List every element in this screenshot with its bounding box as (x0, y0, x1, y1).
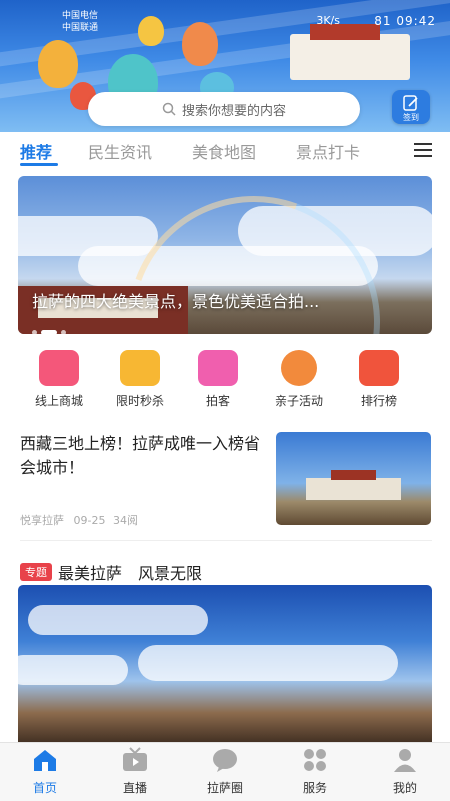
cloud-decoration (138, 645, 398, 681)
quick-item-label: 拍客 (205, 394, 230, 408)
signin-button[interactable]: 签到 (392, 90, 430, 124)
quick-item-photographer[interactable]: 拍客 (178, 346, 258, 409)
tab-livelihood-news[interactable]: 民生资讯 (88, 139, 152, 163)
carrier-label: 中国电信 (62, 11, 99, 21)
home-icon (34, 750, 56, 771)
tab-scenic-checkin[interactable]: 景点打卡 (296, 139, 360, 163)
nav-label: 我的 (392, 781, 417, 795)
camera-icon (198, 350, 238, 386)
special-topic-header[interactable]: 专题 最美拉萨 风景无限 (20, 560, 202, 584)
quick-item-label: 线上商城 (34, 394, 83, 408)
balloon-decoration (38, 40, 78, 88)
nav-label: 拉萨圈 (206, 781, 243, 795)
nav-profile[interactable]: 我的 (370, 747, 440, 796)
nav-live[interactable]: 直播 (100, 747, 170, 796)
family-icon (281, 350, 317, 386)
gift-icon (120, 350, 160, 386)
carrier-label: 中国联通 (62, 23, 99, 33)
battery-level: 81 (374, 14, 392, 28)
tab-recommend[interactable]: 推荐 (20, 139, 52, 163)
special-badge: 专题 (20, 563, 52, 581)
carousel-dots (32, 320, 70, 334)
tab-food-map[interactable]: 美食地图 (192, 139, 256, 163)
special-topic-image[interactable] (18, 585, 432, 745)
hero-title: 拉萨的四大绝美景点，景色优美适合拍... (32, 292, 320, 311)
tab-indicator (20, 163, 58, 166)
shopping-bag-icon (39, 350, 79, 386)
quick-item-online-mall[interactable]: 线上商城 (19, 346, 99, 409)
bottom-navigation: 首页 直播 拉萨圈 服务 我的 (0, 742, 450, 801)
grid-icon (304, 749, 326, 771)
hero-banner[interactable]: 拉萨的四大绝美景点，景色优美适合拍... (18, 176, 432, 334)
quick-item-family-activity[interactable]: 亲子活动 (259, 346, 339, 409)
signin-label: 签到 (403, 113, 419, 122)
edit-icon (403, 95, 418, 111)
special-title: 最美拉萨 风景无限 (58, 564, 203, 583)
quick-item-label: 限时秒杀 (115, 394, 164, 408)
search-icon (162, 102, 176, 116)
status-bar: 中国电信 中国联通 3K/s 81 09:42 (0, 0, 450, 40)
header-banner: 中国电信 中国联通 3K/s 81 09:42 搜索你想要的内容 签到 (0, 0, 450, 132)
divider (20, 540, 432, 541)
user-icon (394, 749, 416, 772)
quick-menu: 线上商城 限时秒杀 拍客 亲子活动 排行榜 (0, 346, 450, 412)
news-title[interactable]: 西藏三地上榜！拉萨成唯一入榜省会城市！ (20, 432, 266, 480)
nav-home[interactable]: 首页 (10, 747, 80, 796)
nav-label: 服务 (302, 781, 327, 795)
news-source: 悦享拉萨 (20, 514, 64, 527)
menu-icon[interactable] (414, 143, 432, 157)
quick-item-ranking[interactable]: 排行榜 (339, 346, 419, 409)
nav-label: 直播 (122, 781, 147, 795)
status-time: 09:42 (396, 14, 436, 28)
quick-item-flash-sale[interactable]: 限时秒杀 (100, 346, 180, 409)
news-meta: 悦享拉萨 09-25 34阅 (20, 512, 138, 528)
search-placeholder: 搜索你想要的内容 (181, 103, 286, 119)
cloud-decoration (28, 605, 208, 635)
news-date: 09-25 (73, 514, 106, 527)
nav-lhasa-circle[interactable]: 拉萨圈 (190, 747, 260, 796)
search-bar[interactable]: 搜索你想要的内容 (88, 92, 360, 126)
cloud-decoration (18, 655, 128, 685)
palace-illustration (290, 24, 410, 80)
quick-item-label: 排行榜 (360, 394, 397, 408)
quick-item-label: 亲子活动 (274, 394, 323, 408)
news-thumbnail[interactable] (276, 432, 431, 525)
nav-services[interactable]: 服务 (280, 747, 350, 796)
trophy-icon (359, 350, 399, 386)
network-speed: 3K/s (316, 14, 340, 27)
tv-icon (123, 747, 147, 771)
chat-bubble-icon (213, 749, 237, 772)
nav-label: 首页 (32, 781, 57, 795)
category-tabs: 推荐 民生资讯 美食地图 景点打卡 (0, 133, 450, 169)
news-reads: 34阅 (112, 514, 138, 527)
